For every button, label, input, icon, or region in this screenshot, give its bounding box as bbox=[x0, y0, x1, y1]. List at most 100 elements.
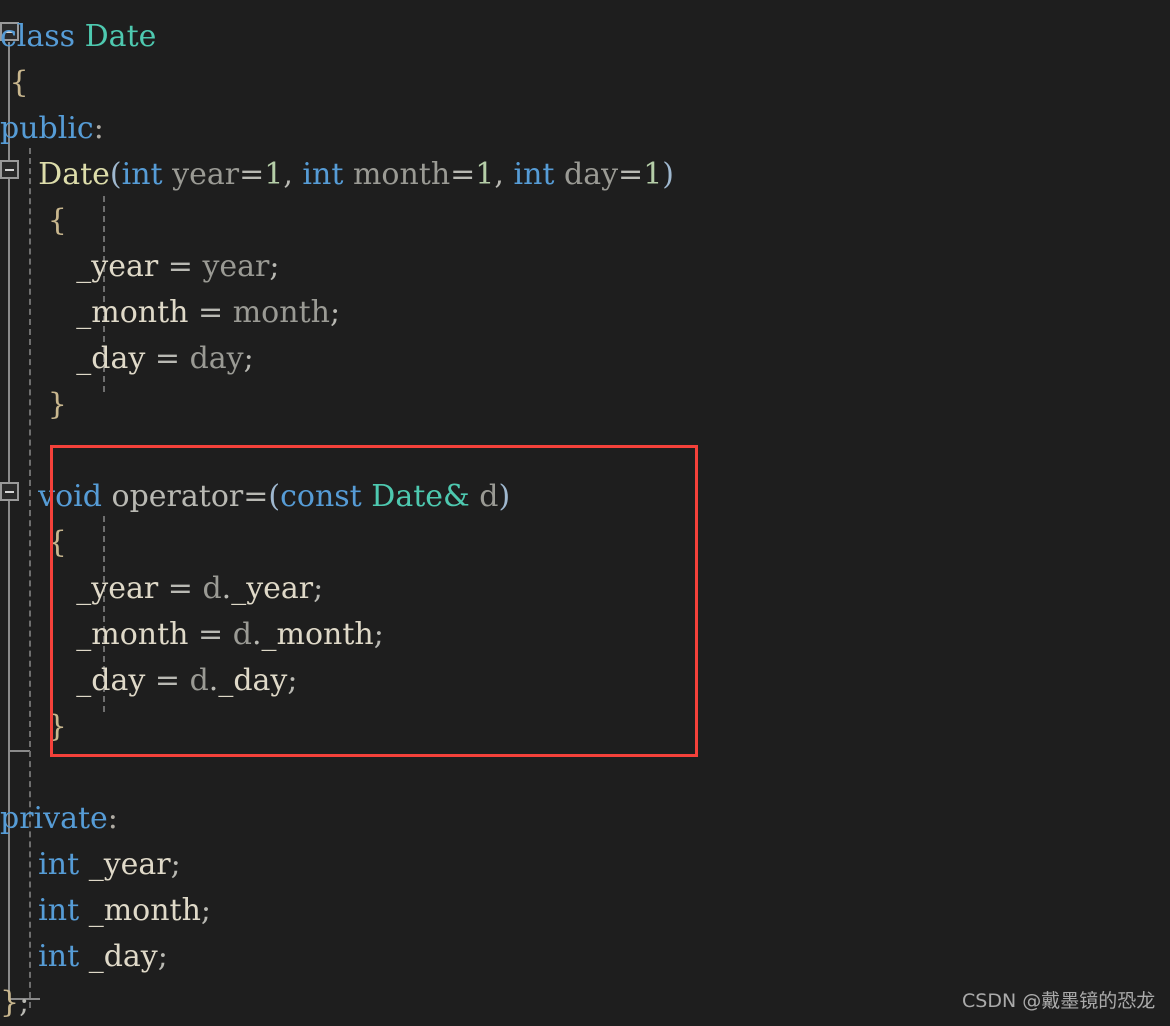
code-line[interactable]: _month = d._month; bbox=[0, 612, 1170, 658]
code-line[interactable]: int _year; bbox=[0, 842, 1170, 888]
code-token: ; bbox=[157, 939, 168, 974]
code-token: _year bbox=[231, 571, 314, 606]
code-token: ; bbox=[313, 571, 324, 606]
code-token: _day bbox=[88, 939, 158, 974]
code-token: d bbox=[189, 663, 209, 698]
code-editor[interactable]: class Date {public: Date(int year=1, int… bbox=[0, 0, 1170, 1020]
code-token: const bbox=[280, 479, 362, 514]
code-token: Date bbox=[84, 19, 157, 54]
code-line[interactable]: Date(int year=1, int month=1, int day=1) bbox=[0, 152, 1170, 198]
code-token: day bbox=[189, 341, 244, 376]
code-token: = bbox=[158, 571, 203, 606]
code-line[interactable]: int _day; bbox=[0, 934, 1170, 980]
code-line[interactable]: { bbox=[0, 198, 1170, 244]
code-token: class bbox=[0, 19, 76, 54]
code-line[interactable]: } bbox=[0, 704, 1170, 750]
code-token: ( bbox=[268, 479, 281, 514]
csdn-watermark: CSDN @戴墨镜的恐龙 bbox=[962, 990, 1156, 1012]
code-token: int bbox=[302, 157, 344, 192]
code-token: ; bbox=[269, 249, 280, 284]
code-token: month bbox=[232, 295, 330, 330]
code-token: ) bbox=[662, 157, 674, 192]
code-token: int bbox=[38, 893, 80, 928]
code-token: _year bbox=[76, 249, 159, 284]
code-line[interactable]: class Date bbox=[0, 14, 1170, 60]
code-token: private bbox=[0, 801, 108, 836]
code-token: int bbox=[121, 157, 163, 192]
code-token: = bbox=[618, 157, 644, 192]
code-token: = bbox=[188, 295, 233, 330]
code-token: year bbox=[202, 249, 270, 284]
code-token: d bbox=[202, 571, 222, 606]
code-line[interactable]: { bbox=[0, 60, 1170, 106]
code-line[interactable]: _day = d._day; bbox=[0, 658, 1170, 704]
code-content[interactable]: class Date {public: Date(int year=1, int… bbox=[0, 0, 1170, 1026]
code-token: ; bbox=[329, 295, 341, 330]
code-token: year bbox=[172, 157, 240, 192]
code-token: . bbox=[221, 571, 232, 606]
code-token: operator= bbox=[111, 479, 269, 514]
code-line[interactable]: } bbox=[0, 382, 1170, 428]
code-token: ( bbox=[109, 157, 122, 192]
code-line[interactable]: _month = month; bbox=[0, 290, 1170, 336]
code-line[interactable]: private: bbox=[0, 796, 1170, 842]
code-token: _year bbox=[88, 847, 171, 882]
code-token: } bbox=[0, 985, 20, 1020]
code-line[interactable] bbox=[0, 428, 1170, 474]
code-token: _day bbox=[218, 663, 288, 698]
code-token: ; bbox=[200, 893, 212, 928]
code-token: { bbox=[9, 65, 29, 100]
code-token: = bbox=[188, 617, 233, 652]
code-token: day bbox=[564, 157, 619, 192]
code-token: void bbox=[38, 479, 102, 514]
code-token: . bbox=[208, 663, 219, 698]
code-token: , bbox=[494, 157, 514, 192]
code-line[interactable]: _year = d._year; bbox=[0, 566, 1170, 612]
code-token: ; bbox=[287, 663, 298, 698]
code-token: _month bbox=[76, 295, 189, 330]
code-token: = bbox=[145, 663, 190, 698]
code-line[interactable]: void operator=(const Date& d) bbox=[0, 474, 1170, 520]
code-token: int bbox=[513, 157, 555, 192]
code-line[interactable]: _year = year; bbox=[0, 244, 1170, 290]
code-line[interactable] bbox=[0, 750, 1170, 796]
code-line[interactable]: int _month; bbox=[0, 888, 1170, 934]
code-line[interactable]: { bbox=[0, 520, 1170, 566]
code-token: public bbox=[0, 111, 94, 146]
code-token: Date bbox=[38, 157, 110, 192]
code-token: ) bbox=[498, 479, 511, 514]
code-token: ; bbox=[373, 617, 384, 652]
code-token: ; bbox=[243, 341, 254, 376]
code-token: : bbox=[93, 111, 104, 146]
code-token: { bbox=[47, 203, 67, 238]
code-token: ; bbox=[170, 847, 181, 882]
code-line[interactable]: public: bbox=[0, 106, 1170, 152]
code-line[interactable]: _day = day; bbox=[0, 336, 1170, 382]
code-token: = bbox=[145, 341, 190, 376]
code-token: 1 bbox=[643, 157, 663, 192]
code-token: } bbox=[47, 709, 67, 744]
code-token: } bbox=[47, 387, 67, 422]
code-token: = bbox=[158, 249, 203, 284]
code-token: & bbox=[443, 479, 470, 514]
